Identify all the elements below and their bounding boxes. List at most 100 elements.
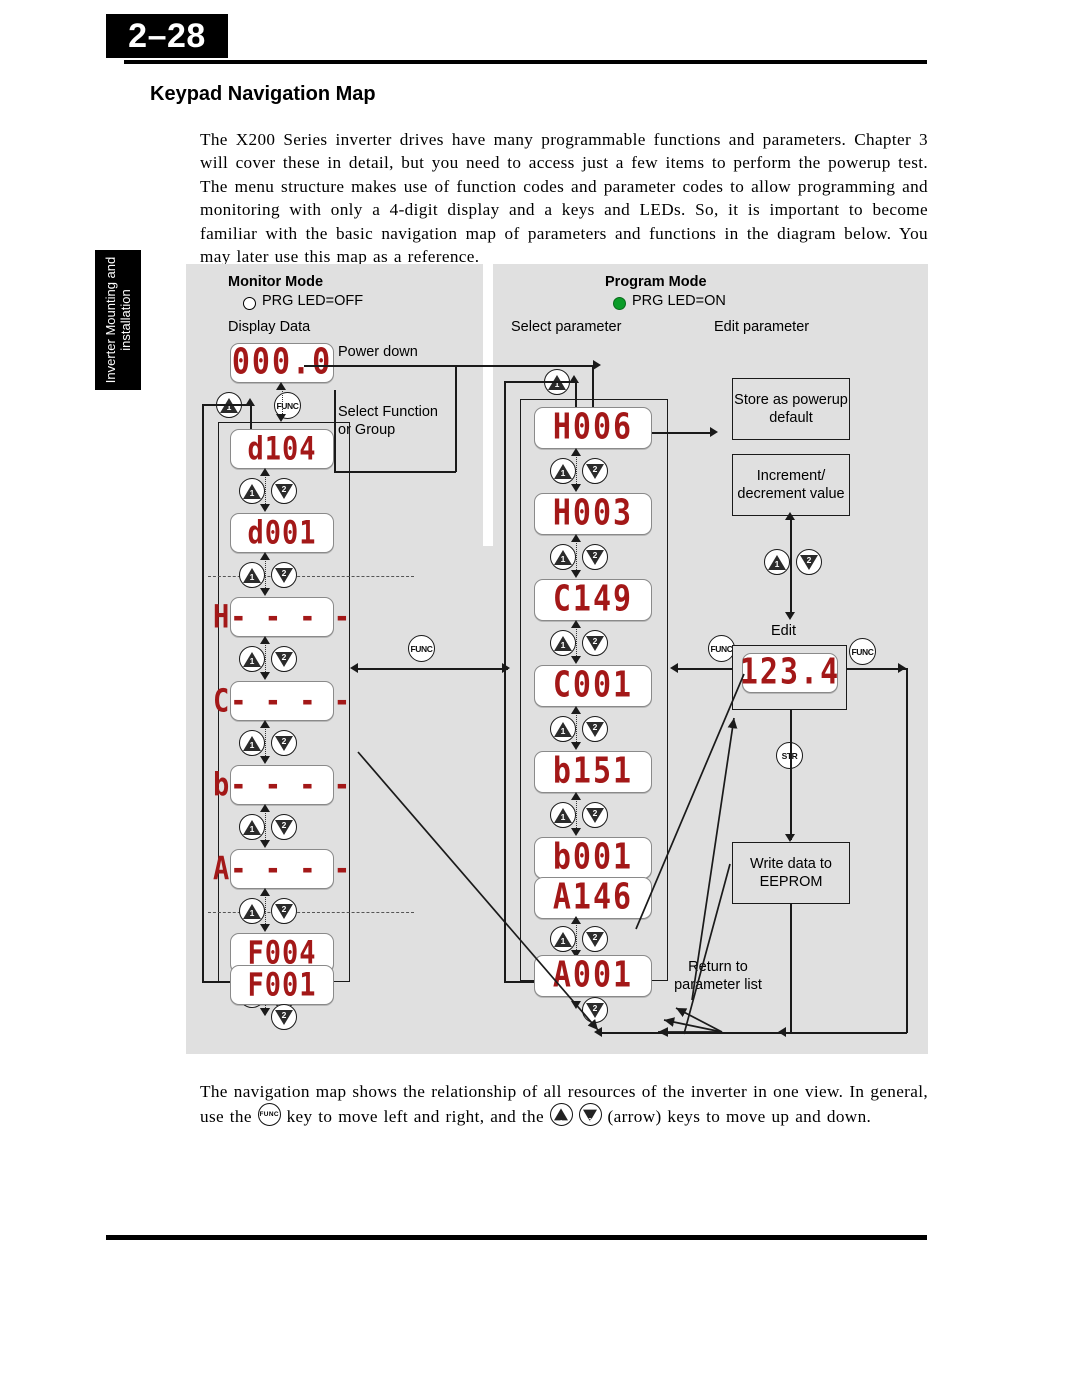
dash-arrow-dn-p1 (570, 484, 581, 492)
monitor-led-state: PRG LED=OFF (262, 293, 364, 309)
up-key-m6[interactable]: 1 (239, 898, 265, 924)
up-key-m4[interactable]: 1 (239, 730, 265, 756)
program-wrap-line-top (504, 381, 576, 383)
dash-arrow-up-m6 (259, 888, 270, 896)
monitor-item-b: b- - - - (212, 765, 352, 805)
closing-text-3: (arrow) keys to move up and down. (607, 1107, 872, 1127)
down-key-m5[interactable]: 2 (271, 814, 297, 840)
triangle-up-icon: 1 (554, 549, 572, 565)
down-key-m1[interactable]: 2 (271, 478, 297, 504)
dash-arrow-dn-m3 (259, 672, 270, 680)
down-key-m3[interactable]: 2 (271, 646, 297, 672)
sidebar-tab-label: Inverter Mounting and installation (103, 256, 133, 384)
dash-m6 (265, 892, 266, 924)
up-key-m1[interactable]: 1 (239, 478, 265, 504)
dash-arrow-dn-top (276, 414, 286, 422)
dash-arrow-up-top (276, 382, 286, 390)
select-parameter-label: Select parameter (511, 319, 622, 335)
down-key-edit[interactable]: 2 (796, 549, 822, 575)
triangle-up-icon: 1 (243, 735, 261, 751)
dash-m2 (265, 556, 266, 588)
store-powerup-default-box: Store as powerup default (732, 378, 850, 440)
up-arrow-key-inline-icon: 1 (549, 1103, 573, 1127)
dash-arrow-up-p2 (570, 534, 581, 542)
up-key-p2[interactable]: 1 (550, 544, 576, 570)
down-key-m-wrap[interactable]: 2 (271, 1004, 297, 1030)
powerdown-arrowhead (593, 360, 601, 370)
dash-p1 (576, 452, 577, 484)
triangle-down-icon: 2 (800, 554, 818, 570)
dash-arrow-dn-m2 (259, 588, 270, 596)
edit-return-diagonal (691, 717, 738, 1001)
up-key-m2[interactable]: 1 (239, 562, 265, 588)
page-number-badge: 2–28 (106, 14, 228, 58)
down-key-p3[interactable]: 2 (582, 630, 608, 656)
triangle-up-icon: 1 (243, 651, 261, 667)
program-item-C149: C149 (534, 579, 652, 621)
triangle-down-icon: 2 (275, 567, 293, 583)
selectbox-line-h-bot (334, 471, 456, 473)
triangle-down-icon: 2 (275, 651, 293, 667)
page-title: Keypad Navigation Map (150, 83, 376, 105)
down-key-m4[interactable]: 2 (271, 730, 297, 756)
increment-arrow-up (784, 512, 795, 520)
monitor-item-C: C- - - - (212, 681, 352, 721)
func-key-bridge-1[interactable]: FUNC (408, 635, 435, 662)
func-bridge-line-1 (358, 668, 508, 670)
func-bridge-arrow-left-1 (350, 663, 358, 673)
prg-led-off-icon (243, 297, 256, 310)
triangle-up-icon: 1 (243, 483, 261, 499)
func-key-edit-right[interactable]: FUNC (849, 638, 876, 665)
edit-display: 123.4 (739, 651, 841, 694)
triangle-down-icon: 2 (275, 735, 293, 751)
triangle-down-icon: 2 (275, 1009, 293, 1025)
monitor-top-display: 000.0 (230, 341, 334, 384)
triangle-down-icon: 2 (275, 903, 293, 919)
down-key-p1[interactable]: 2 (582, 458, 608, 484)
program-item-H006: H006 (534, 407, 652, 449)
edit-parameter-label: Edit parameter (714, 319, 810, 335)
triangle-up-icon: 1 (243, 819, 261, 835)
monitor-item-A: A- - - - (212, 849, 352, 889)
dash-m4 (265, 724, 266, 756)
triangle-up-icon: 1 (554, 463, 572, 479)
up-key-m3[interactable]: 1 (239, 646, 265, 672)
footer-rule (106, 1235, 927, 1240)
dash-arrow-up-p1 (570, 448, 581, 456)
up-key-p1[interactable]: 1 (550, 458, 576, 484)
dash-p2 (576, 538, 577, 570)
up-key-p3[interactable]: 1 (550, 630, 576, 656)
down-key-m2[interactable]: 2 (271, 562, 297, 588)
program-mode-title: Program Mode (605, 274, 707, 290)
edit-label: Edit (771, 623, 796, 639)
program-led-state: PRG LED=ON (632, 293, 726, 309)
dash-connector-top (281, 386, 283, 414)
up-key-edit[interactable]: 1 (764, 549, 790, 575)
monitor-item-d104: d104 (230, 429, 334, 469)
monitor-wrap-line-v (202, 404, 204, 982)
powerdown-line (304, 365, 594, 367)
closing-paragraph: The navigation map shows the relationshi… (200, 1080, 928, 1129)
down-key-m6[interactable]: 2 (271, 898, 297, 924)
increment-decrement-box: Increment/ decrement value (732, 454, 850, 516)
down-key-p2[interactable]: 2 (582, 544, 608, 570)
up-key-m5[interactable]: 1 (239, 814, 265, 840)
monitor-mode-title: Monitor Mode (228, 274, 324, 290)
func-bridge-arrow-left-2 (670, 663, 678, 673)
func-key-bridge-2[interactable]: FUNC (708, 635, 735, 662)
triangle-down-icon: 2 (275, 819, 293, 835)
monitor-item-F001: F001 (230, 965, 334, 1005)
dash-arrow-dn-p2 (570, 570, 581, 578)
prg-led-on-icon (613, 297, 626, 310)
dash-arrow-dn-m4 (259, 756, 270, 764)
dash-arrow-up-m3 (259, 636, 270, 644)
dash-m3 (265, 640, 266, 672)
document-page: 2–28 Keypad Navigation Map Inverter Moun… (0, 0, 1080, 1397)
keypad-navigation-diagram: Monitor Mode PRG LED=OFF Display Data Pr… (186, 264, 928, 1054)
dash-m1 (265, 472, 266, 504)
monitor-wrap-arrow (245, 398, 255, 406)
selectbox-line-v-right (455, 365, 457, 472)
edit-exit-line-v (906, 668, 908, 1033)
sidebar-tab: Inverter Mounting and installation (95, 250, 141, 390)
display-data-label: Display Data (228, 319, 311, 335)
